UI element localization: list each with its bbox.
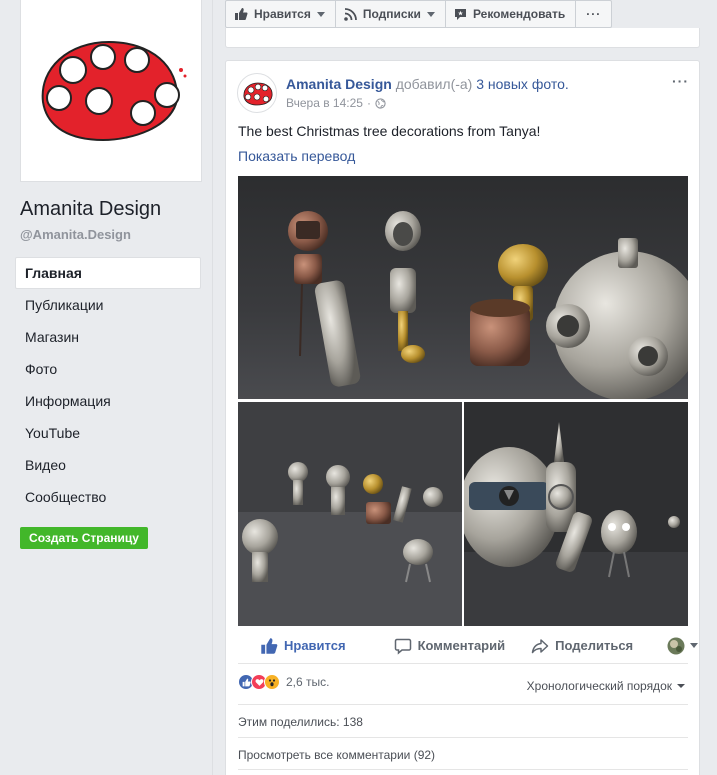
chevron-down-icon <box>316 11 325 17</box>
nav-item-photos[interactable]: Фото <box>15 353 201 385</box>
amanita-logo <box>243 82 273 106</box>
previous-post-card <box>225 28 700 48</box>
post-photo-2[interactable] <box>238 402 462 626</box>
chevron-down-icon <box>690 643 699 648</box>
post-actions: Нравится Комментарий Поделиться <box>238 628 699 664</box>
page-nav: Главная Публикации Магазин Фото Информац… <box>15 257 201 513</box>
like-page-button[interactable]: Нравится <box>225 0 336 28</box>
reactions-summary[interactable]: 2,6 тыс. <box>238 674 329 690</box>
nav-item-youtube[interactable]: YouTube <box>15 417 201 449</box>
divider <box>238 769 688 770</box>
post-options-button[interactable]: ··· <box>672 73 689 89</box>
nav-item-community[interactable]: Сообщество <box>15 481 201 513</box>
nav-item-posts[interactable]: Публикации <box>15 289 201 321</box>
comment-button[interactable]: Комментарий <box>394 628 506 664</box>
rss-icon <box>344 7 357 21</box>
page-name[interactable]: Amanita Design <box>20 198 161 221</box>
like-label: Нравится <box>284 638 346 653</box>
page-avatar-small <box>667 637 685 655</box>
chevron-down-icon <box>426 11 435 17</box>
create-page-button[interactable]: Создать Страницу <box>20 527 148 549</box>
post-author-link[interactable]: Amanita Design <box>286 76 392 92</box>
follow-button[interactable]: Подписки <box>335 0 446 28</box>
divider <box>238 704 688 705</box>
share-icon <box>531 637 549 655</box>
share-label: Поделиться <box>555 638 634 653</box>
recommend-icon <box>454 8 467 21</box>
shares-link[interactable]: Этим поделились: 138 <box>238 715 363 729</box>
post-text: The best Christmas tree decorations from… <box>238 123 541 139</box>
comment-order-selector[interactable]: Хронологический порядок <box>527 679 685 693</box>
divider <box>238 737 688 738</box>
comment-order-label: Хронологический порядок <box>526 679 672 693</box>
show-translation-link[interactable]: Показать перевод <box>238 148 355 164</box>
thumbs-up-icon <box>234 7 248 21</box>
like-page-label: Нравится <box>254 7 311 21</box>
nav-item-shop[interactable]: Магазин <box>15 321 201 353</box>
new-photos-link[interactable]: 3 новых фото. <box>476 76 569 92</box>
page-profile-picture[interactable] <box>20 0 202 182</box>
page-action-bar: Нравится Подписки Рекомендовать ··· <box>225 0 613 28</box>
robot-ornaments-photo <box>238 402 462 626</box>
recommend-button[interactable]: Рекомендовать <box>445 0 577 28</box>
thumbs-up-icon <box>260 637 278 655</box>
left-column: Amanita Design @Amanita.Design Главная П… <box>0 0 212 775</box>
page-handle[interactable]: @Amanita.Design <box>20 227 131 242</box>
reactions-count: 2,6 тыс. <box>286 675 330 689</box>
globe-icon[interactable] <box>375 97 386 109</box>
column-divider <box>212 0 213 775</box>
more-options-button[interactable]: ··· <box>576 0 613 28</box>
chevron-down-icon <box>677 684 685 688</box>
post-card: Amanita Design добавил(-а) 3 новых фото.… <box>225 60 700 775</box>
post-action-text: добавил(-а) <box>395 76 473 92</box>
view-all-comments-link[interactable]: Просмотреть все комментарии (92) <box>238 748 435 762</box>
nav-item-home[interactable]: Главная <box>15 257 201 289</box>
post-photo-3[interactable] <box>464 402 688 626</box>
post-meta: Вчера в 14:25 · <box>286 96 386 110</box>
post-author-avatar[interactable] <box>237 73 277 113</box>
comment-icon <box>394 637 412 655</box>
nav-item-info[interactable]: Информация <box>15 385 201 417</box>
amanita-logo <box>41 40 187 142</box>
recommend-label: Рекомендовать <box>472 7 566 21</box>
nav-item-video[interactable]: Видео <box>15 449 201 481</box>
follow-label: Подписки <box>362 7 421 21</box>
post-timestamp[interactable]: Вчера в 14:25 <box>286 96 363 110</box>
post-header: Amanita Design добавил(-а) 3 новых фото. <box>286 76 569 92</box>
react-as-selector[interactable] <box>667 637 699 655</box>
comment-label: Комментарий <box>417 638 506 653</box>
meta-separator: · <box>366 96 371 110</box>
robot-ornaments-photo <box>238 176 688 399</box>
wow-reaction-icon <box>264 674 280 690</box>
robot-ornaments-photo <box>464 402 688 626</box>
post-photo-1[interactable] <box>238 176 688 399</box>
like-button[interactable]: Нравится <box>260 628 346 664</box>
share-button[interactable]: Поделиться <box>531 628 633 664</box>
